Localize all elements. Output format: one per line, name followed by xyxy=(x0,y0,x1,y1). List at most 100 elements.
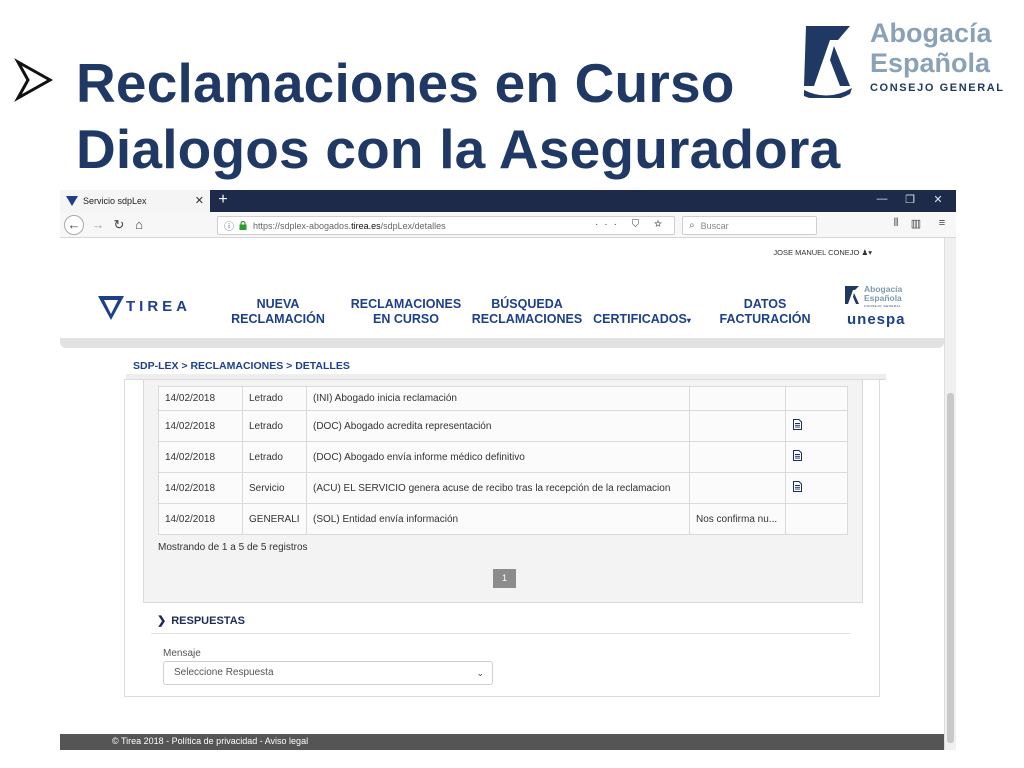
search-bar[interactable]: ⌕ Buscar xyxy=(682,216,817,235)
menu-label-line1: NUEVA xyxy=(256,297,300,311)
url-domain: tirea.es xyxy=(351,220,381,231)
tirea-logo[interactable]: TIREA xyxy=(98,294,190,328)
history-description: (INI) Abogado inicia reclamación xyxy=(306,386,690,411)
scrollbar-thumb[interactable] xyxy=(947,393,954,743)
menu-icon[interactable]: ≡ xyxy=(932,217,952,229)
restore-icon[interactable]: ❐ xyxy=(900,193,920,206)
arrow-bullet-icon xyxy=(14,58,54,102)
history-date: 14/02/2018 xyxy=(158,441,243,473)
user-icon: ♟▾ xyxy=(861,248,873,257)
history-author: Letrado xyxy=(242,386,307,411)
reload-button[interactable]: ↻ xyxy=(109,216,129,234)
url-prefix: https://sdplex-abogados. xyxy=(253,220,352,231)
abogacia-subtitle: CONSEJO GENERAL xyxy=(870,82,1005,94)
favicon-icon xyxy=(66,196,78,206)
history-description: (SOL) Entidad envía información xyxy=(306,503,690,535)
search-placeholder: Buscar xyxy=(700,220,729,231)
history-document-cell xyxy=(785,472,848,504)
close-tab-icon[interactable]: ✕ xyxy=(195,194,204,207)
menu-label-line1: CERTIFICADOS xyxy=(593,312,687,326)
minimize-icon[interactable]: — xyxy=(872,193,892,205)
history-document-cell xyxy=(785,386,848,411)
tirea-mark-icon xyxy=(98,296,124,320)
document-icon[interactable] xyxy=(793,450,802,461)
menu-label-line1: DATOS xyxy=(743,297,787,311)
page-button[interactable]: 1 xyxy=(493,569,516,588)
vertical-scrollbar[interactable] xyxy=(944,238,956,750)
sidebar-icon[interactable]: ▥ xyxy=(906,217,926,230)
tab-bar: Servicio sdpLex ✕ + — ❐ ✕ xyxy=(60,190,956,212)
history-document-cell xyxy=(785,410,848,442)
history-table: 14/02/2018 Letrado (INI) Abogado inicia re… xyxy=(158,386,848,535)
slide-title-line1: Reclamaciones en Curso xyxy=(76,52,735,114)
history-observation xyxy=(689,472,786,504)
history-observation xyxy=(689,386,786,411)
page-actions-icon[interactable]: ··· ⛉ ☆ xyxy=(595,219,668,230)
abogacia-name-line2: Española xyxy=(870,48,991,78)
table-row[interactable]: 14/02/2018 Letrado (DOC) Abogado envía inf… xyxy=(158,441,848,473)
history-date: 14/02/2018 xyxy=(158,386,243,411)
url-bar[interactable]: ⓘ https://sdplex-abogados. tirea.es/sdpLe… xyxy=(217,216,675,235)
site-footer: © Tirea 2018 - Política de privacidad - … xyxy=(60,734,944,750)
menu-label-line2: EN CURSO xyxy=(373,312,439,326)
table-row[interactable]: 14/02/2018 Servicio (ACU) EL SERVICIO gene… xyxy=(158,472,848,504)
document-icon[interactable] xyxy=(793,481,802,492)
browser-window: Servicio sdpLex ✕ + — ❐ ✕ ← → ↻ ⌂ ⓘ http… xyxy=(60,190,956,750)
history-date: 14/02/2018 xyxy=(158,503,243,535)
menu-nueva-reclamacion[interactable]: NUEVA RECLAMACIÓN xyxy=(230,297,326,327)
home-button[interactable]: ⌂ xyxy=(129,216,149,234)
history-author: Letrado xyxy=(242,410,307,442)
table-row[interactable]: 14/02/2018 Letrado (INI) Abogado inicia re… xyxy=(158,386,848,411)
chevron-right-icon: ❯ xyxy=(157,615,167,627)
history-date: 14/02/2018 xyxy=(158,472,243,504)
history-document-cell xyxy=(785,503,848,535)
respuestas-section: ❯ RESPUESTAS xyxy=(143,603,855,663)
history-author: Servicio xyxy=(242,472,307,504)
respuestas-header[interactable]: ❯ RESPUESTAS xyxy=(157,614,245,627)
menu-busqueda-reclamaciones[interactable]: BÚSQUEDA RECLAMACIONES xyxy=(468,297,586,327)
abogacia-mark-icon xyxy=(845,286,859,304)
unespa-logo: unespa xyxy=(847,311,906,328)
history-section: 14/02/2018 Letrado (INI) Abogado inicia re… xyxy=(143,380,863,603)
info-icon[interactable]: ⓘ xyxy=(224,218,234,233)
back-button[interactable]: ← xyxy=(64,215,84,235)
user-menu[interactable]: JOSE MANUEL CONEJO ♟▾ xyxy=(773,248,872,257)
respuesta-select[interactable]: Seleccione Respuesta ⌄ xyxy=(163,661,493,685)
user-name: JOSE MANUEL CONEJO xyxy=(773,248,860,257)
table-row[interactable]: 14/02/2018 GENERALI (SOL) Entidad envía in… xyxy=(158,503,848,535)
history-date: 14/02/2018 xyxy=(158,410,243,442)
partner-subtitle: CONSEJO GENERAL xyxy=(864,304,902,308)
lock-icon xyxy=(239,221,247,230)
history-description: (DOC) Abogado envía informe médico defin… xyxy=(306,441,690,473)
menu-label-line2: RECLAMACIÓN xyxy=(231,312,325,326)
caret-down-icon: ▾ xyxy=(686,316,691,325)
menu-reclamaciones-en-curso[interactable]: RECLAMACIONES EN CURSO xyxy=(346,297,466,327)
web-page: JOSE MANUEL CONEJO ♟▾ TIREA NUEVA RECLAM… xyxy=(60,238,944,750)
new-tab-button[interactable]: + xyxy=(214,191,232,209)
mensaje-label: Mensaje xyxy=(163,648,201,659)
menu-certificados[interactable]: CERTIFICADOS▾ xyxy=(590,312,694,328)
forward-button[interactable]: → xyxy=(88,216,108,234)
navigation-toolbar: ← → ↻ ⌂ ⓘ https://sdplex-abogados. tirea.… xyxy=(60,212,956,238)
menu-label-line2: RECLAMACIONES xyxy=(471,312,583,326)
tirea-brand: TIREA xyxy=(126,298,191,315)
respuestas-divider xyxy=(151,633,851,634)
chevron-down-icon: ⌄ xyxy=(476,668,484,678)
partner-name-line2: Española xyxy=(864,293,902,303)
document-icon[interactable] xyxy=(793,419,802,430)
records-count: Mostrando de 1 a 5 de 5 registros xyxy=(158,542,308,553)
library-icon[interactable]: ⫴ xyxy=(886,217,906,230)
menu-datos-facturacion[interactable]: DATOS FACTURACIÓN xyxy=(716,297,814,327)
breadcrumb: SDP-LEX > RECLAMACIONES > DETALLES xyxy=(133,360,350,372)
footer-text[interactable]: © Tirea 2018 - Política de privacidad - … xyxy=(112,736,308,746)
table-row[interactable]: 14/02/2018 Letrado (DOC) Abogado acredita … xyxy=(158,410,848,442)
abogacia-logo: Abogacía Española CONSEJO GENERAL xyxy=(800,16,1003,100)
close-window-icon[interactable]: ✕ xyxy=(928,193,948,206)
history-author: GENERALI xyxy=(242,503,307,535)
details-panel: 14/02/2018 Letrado (INI) Abogado inicia re… xyxy=(124,379,880,697)
tab-sdplex[interactable]: Servicio sdpLex ✕ xyxy=(60,190,210,212)
history-description: (ACU) EL SERVICIO genera acuse de recibo… xyxy=(306,472,690,504)
respuesta-select-value: Seleccione Respuesta xyxy=(174,667,274,678)
history-observation xyxy=(689,441,786,473)
history-description: (DOC) Abogado acredita representación xyxy=(306,410,690,442)
